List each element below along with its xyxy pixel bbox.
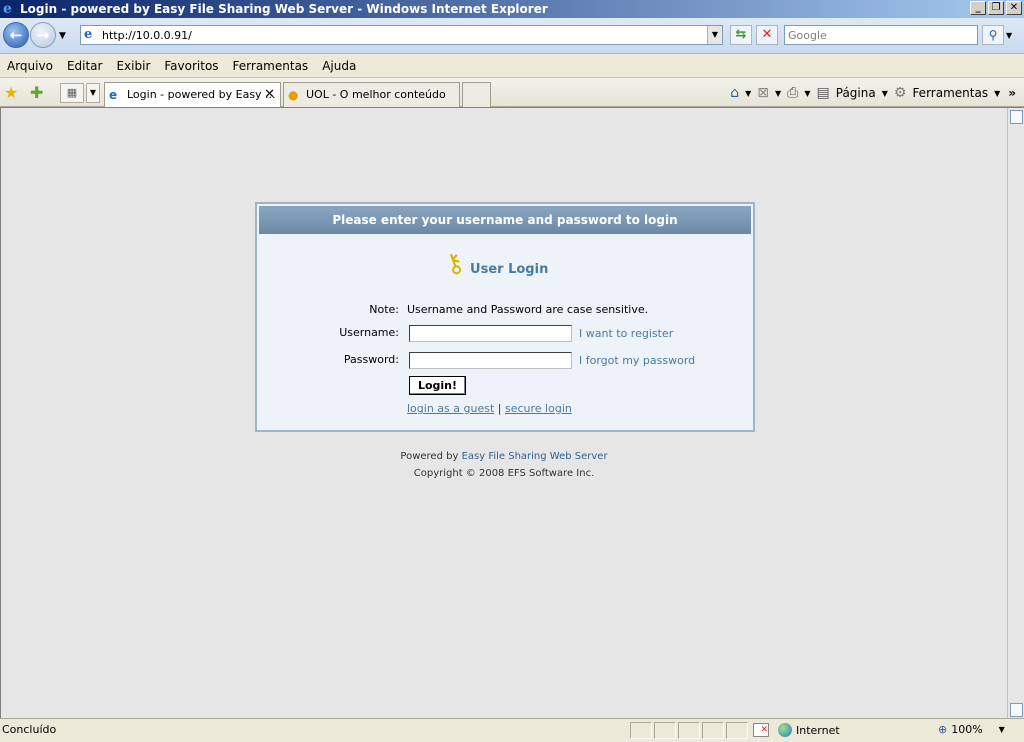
register-link[interactable]: I want to register bbox=[579, 327, 673, 340]
back-button[interactable]: ← bbox=[3, 22, 29, 48]
password-input[interactable] bbox=[409, 352, 572, 369]
search-options-dropdown-icon[interactable]: ▼ bbox=[1006, 31, 1012, 40]
feeds-icon[interactable]: ⊠ bbox=[757, 85, 769, 101]
zoom-dropdown-icon[interactable]: ▼ bbox=[999, 725, 1005, 734]
page-menu-icon: ▤ bbox=[816, 85, 830, 101]
copyright-text: Copyright © 2008 EFS Software Inc. bbox=[413, 468, 595, 479]
zone-label: Internet bbox=[796, 723, 840, 737]
powered-by-line: Powered by Easy File Sharing Web Server bbox=[1, 451, 1007, 462]
menu-editar[interactable]: Editar bbox=[67, 59, 103, 73]
menu-ajuda[interactable]: Ajuda bbox=[322, 59, 356, 73]
ie-logo-icon: e bbox=[3, 1, 12, 17]
home-icon[interactable]: ⌂ bbox=[730, 85, 739, 101]
tools-dropdown-icon[interactable]: ▼ bbox=[994, 89, 1000, 98]
menu-ferramentas[interactable]: Ferramentas bbox=[233, 59, 309, 73]
tab-bar: ★ ✚ ▦ ▼ e Login - powered by Easy ... ✕ … bbox=[0, 77, 1024, 107]
address-toolbar: ← → ▼ e http://10.0.0.91/ ▼ ⇆ ✕ Google ⚲… bbox=[0, 18, 1024, 54]
close-tab-icon[interactable]: ✕ bbox=[264, 83, 275, 106]
page-dropdown-icon[interactable]: ▼ bbox=[882, 89, 888, 98]
vertical-scrollbar[interactable] bbox=[1007, 108, 1024, 719]
window-controls: _ ❐ ✕ bbox=[970, 1, 1022, 15]
powered-by-text: Powered by bbox=[400, 451, 459, 462]
login-button[interactable]: Login! bbox=[409, 376, 466, 395]
blocked-content-icon[interactable]: ✕ bbox=[753, 723, 769, 737]
print-icon[interactable]: ⎙ bbox=[787, 85, 798, 101]
tab-login[interactable]: e Login - powered by Easy ... ✕ bbox=[104, 82, 281, 107]
status-cell-1 bbox=[630, 722, 652, 739]
note-text: Username and Password are case sensitive… bbox=[407, 303, 649, 316]
print-dropdown-icon[interactable]: ▼ bbox=[804, 89, 810, 98]
page-icon: e bbox=[84, 27, 93, 42]
url-text[interactable]: http://10.0.0.91/ bbox=[102, 29, 192, 42]
quick-tabs-button[interactable]: ▦ bbox=[60, 83, 84, 103]
status-cell-4 bbox=[702, 722, 724, 739]
address-bar[interactable]: e http://10.0.0.91/ ▼ bbox=[80, 25, 723, 45]
add-favorite-icon[interactable]: ✚ bbox=[30, 83, 43, 102]
menu-favoritos[interactable]: Favoritos bbox=[164, 59, 218, 73]
command-bar: ⌂ ▼ ⊠ ▼ ⎙ ▼ ▤ Página ▼ ⚙ Ferramentas ▼ » bbox=[730, 83, 1016, 103]
search-button[interactable]: ⚲ bbox=[982, 25, 1004, 45]
close-window-button[interactable]: ✕ bbox=[1006, 1, 1022, 15]
secure-login-link[interactable]: secure login bbox=[505, 402, 572, 415]
minimize-button[interactable]: _ bbox=[970, 1, 986, 15]
username-input[interactable] bbox=[409, 325, 572, 342]
scroll-up-arrow[interactable] bbox=[1010, 110, 1023, 124]
zoom-icon: ⊕ bbox=[938, 723, 948, 736]
feeds-dropdown-icon[interactable]: ▼ bbox=[775, 89, 781, 98]
address-dropdown-icon[interactable]: ▼ bbox=[707, 26, 722, 44]
login-title: User Login bbox=[470, 261, 549, 277]
alt-login-row: login as a guest | secure login bbox=[407, 402, 572, 415]
restore-button[interactable]: ❐ bbox=[988, 1, 1004, 15]
tools-gear-icon: ⚙ bbox=[893, 85, 907, 101]
stop-button[interactable]: ✕ bbox=[756, 25, 778, 45]
more-chevron-icon[interactable]: » bbox=[1008, 86, 1016, 100]
tab-list-dropdown-icon[interactable]: ▼ bbox=[86, 83, 100, 103]
note-label: Note: bbox=[369, 303, 399, 316]
keys-icon: ⚷ bbox=[440, 246, 469, 282]
search-input[interactable]: Google bbox=[784, 25, 978, 45]
page-menu[interactable]: Página bbox=[836, 86, 876, 100]
login-title-group: ⚷ User Login bbox=[440, 246, 549, 282]
login-panel-header: Please enter your username and password … bbox=[259, 206, 751, 234]
favorites-star-icon[interactable]: ★ bbox=[4, 83, 18, 102]
security-zone[interactable]: Internet bbox=[778, 723, 840, 737]
menu-arquivo[interactable]: Arquivo bbox=[7, 59, 53, 73]
zoom-level: 100% bbox=[951, 723, 983, 736]
tab-uol[interactable]: ● UOL - O melhor conteúdo bbox=[283, 82, 460, 107]
history-dropdown-icon[interactable]: ▼ bbox=[59, 31, 66, 41]
login-panel: Please enter your username and password … bbox=[255, 202, 755, 432]
zoom-control[interactable]: ⊕ 100% ▼ bbox=[938, 723, 1005, 736]
status-text: Concluído bbox=[2, 723, 57, 736]
status-bar: Concluído ✕ Internet ⊕ 100% ▼ bbox=[0, 718, 1024, 742]
page-viewport: Please enter your username and password … bbox=[0, 107, 1024, 719]
uol-icon: ● bbox=[288, 88, 299, 102]
status-cell-2 bbox=[654, 722, 676, 739]
efs-link[interactable]: Easy File Sharing Web Server bbox=[462, 451, 608, 462]
home-dropdown-icon[interactable]: ▼ bbox=[745, 89, 751, 98]
internet-globe-icon bbox=[778, 723, 792, 737]
ie-page-icon: e bbox=[109, 88, 118, 102]
tab-uol-label: UOL - O melhor conteúdo bbox=[306, 88, 446, 101]
tools-menu[interactable]: Ferramentas bbox=[912, 86, 988, 100]
status-cell-3 bbox=[678, 722, 700, 739]
new-tab-button[interactable] bbox=[462, 82, 491, 107]
password-label: Password: bbox=[343, 353, 399, 366]
forgot-password-link[interactable]: I forgot my password bbox=[579, 354, 695, 367]
menu-bar: Arquivo Editar Exibir Favoritos Ferramen… bbox=[0, 55, 1024, 76]
scroll-down-arrow[interactable] bbox=[1010, 703, 1023, 717]
refresh-button[interactable]: ⇆ bbox=[730, 25, 752, 45]
status-cell-5 bbox=[726, 722, 748, 739]
guest-login-link[interactable]: login as a guest bbox=[407, 402, 494, 415]
tab-login-label: Login - powered by Easy ... bbox=[127, 88, 276, 101]
window-title: Login - powered by Easy File Sharing Web… bbox=[20, 2, 548, 16]
menu-exibir[interactable]: Exibir bbox=[116, 59, 150, 73]
username-label: Username: bbox=[339, 326, 399, 339]
forward-button[interactable]: → bbox=[30, 22, 56, 48]
link-separator: | bbox=[497, 402, 502, 415]
window-title-bar: e Login - powered by Easy File Sharing W… bbox=[0, 0, 1024, 18]
